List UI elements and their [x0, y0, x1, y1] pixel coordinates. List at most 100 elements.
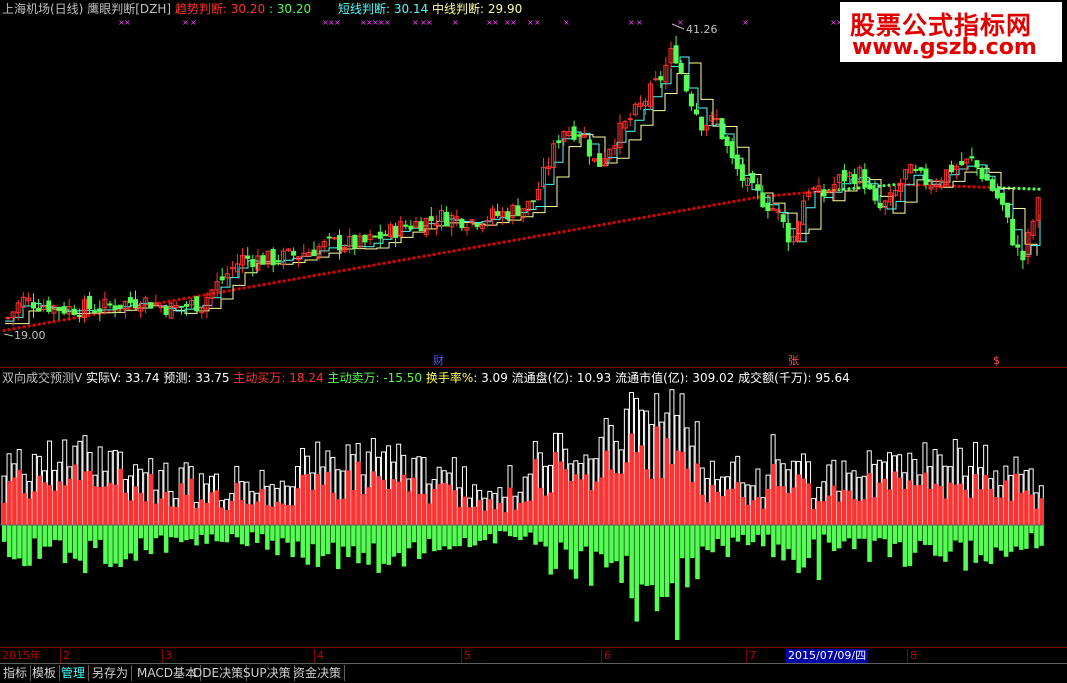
- buy-volume-bar: [67, 478, 73, 525]
- trend-dot: [777, 193, 781, 197]
- buy-volume-bar: [12, 477, 17, 525]
- trend-dot: [857, 186, 861, 190]
- buy-volume-bar: [351, 490, 356, 525]
- buy-volume-bar: [882, 478, 887, 525]
- sell-volume-bar: [695, 525, 700, 580]
- trend-dot: [537, 234, 541, 238]
- buy-volume-bar: [609, 469, 614, 525]
- sell-volume-bar: [806, 525, 812, 559]
- trend-dot: [502, 240, 506, 244]
- trend-dot: [187, 296, 191, 300]
- buy-volume-bar: [2, 502, 7, 525]
- buy-volume-bar: [847, 490, 852, 525]
- trend-dot: [167, 299, 171, 303]
- sell-volume-bar: [907, 525, 913, 567]
- sell-volume-bar: [315, 525, 321, 567]
- sell-volume-bar: [720, 525, 726, 546]
- sell-volume-bar: [639, 525, 645, 585]
- tab-indicator[interactable]: 指标: [0, 665, 32, 681]
- candle-body: [250, 259, 256, 267]
- sell-volume-bar: [310, 525, 316, 545]
- volume-bars: [1, 389, 1044, 640]
- candle-body: [428, 216, 434, 221]
- tab-save-as[interactable]: 另存为: [89, 665, 133, 681]
- trend-dot: [557, 230, 561, 234]
- candle-body: [311, 249, 317, 257]
- candle-body: [750, 172, 756, 184]
- sell-volume-bar: [93, 525, 98, 548]
- buy-volume-bar: [583, 474, 589, 525]
- buy-volume-bar: [786, 492, 791, 525]
- sell-volume-bar: [776, 525, 781, 545]
- trend-dot: [177, 297, 181, 302]
- buy-volume-bar: [528, 500, 533, 525]
- buy-volume-bar: [781, 486, 786, 525]
- candle-body: [658, 76, 664, 81]
- sell-volume-bar: [548, 525, 553, 575]
- trend-dot: [482, 244, 486, 248]
- tab-template[interactable]: 模板: [29, 665, 61, 681]
- sell-volume-bar: [168, 525, 174, 538]
- buy-volume-bar: [1019, 492, 1024, 525]
- buy-volume-bar: [128, 500, 133, 525]
- sell-volume-bar: [229, 525, 235, 535]
- sell-volume-bar: [411, 525, 417, 543]
- sell-volume-bar: [1008, 525, 1014, 552]
- candle-body: [148, 302, 154, 309]
- trend-dot: [267, 282, 271, 286]
- sell-volume-bar: [917, 525, 923, 541]
- trend-dot: [652, 213, 656, 218]
- buy-volume-bar: [421, 493, 427, 525]
- trend-dot: [852, 186, 856, 190]
- candle-body: [92, 310, 98, 313]
- trend-dot: [542, 233, 546, 237]
- buy-volume-bar: [325, 471, 331, 525]
- tab-manage[interactable]: 管理: [58, 665, 90, 681]
- sell-volume-bar: [123, 525, 128, 560]
- sell-volume-bar: [882, 525, 887, 540]
- candle-body: [112, 305, 118, 311]
- buy-volume-bar: [1014, 473, 1019, 525]
- candle-body: [841, 169, 847, 182]
- candle-body: [867, 184, 873, 190]
- buy-volume-bar: [133, 486, 139, 525]
- buy-volume-bar: [462, 496, 467, 525]
- buy-volume-bar: [22, 493, 27, 525]
- sell-volume-bar: [163, 525, 169, 553]
- trend-dot: [562, 229, 566, 234]
- tab-fund[interactable]: 资金决策: [290, 665, 346, 681]
- buy-volume-bar: [194, 508, 199, 525]
- sell-volume-bar: [831, 525, 837, 552]
- sell-volume-bar: [518, 525, 523, 541]
- buy-volume-bar: [209, 492, 214, 525]
- volume-chart-panel[interactable]: [0, 368, 1067, 648]
- trend-dot: [377, 262, 381, 266]
- buy-volume-bar: [533, 459, 538, 525]
- sell-volume-bar: [841, 525, 847, 542]
- sell-volume-bar: [255, 525, 260, 543]
- buy-label: 主动买万: [233, 371, 282, 385]
- buy-volume-bar: [695, 463, 700, 525]
- tab-dde[interactable]: DDE决策: [190, 665, 248, 681]
- buy-volume-bar: [543, 495, 548, 525]
- tab-sup[interactable]: SUP决策: [240, 665, 295, 681]
- price-header-right: 短线判断: 30.14 中线判断: 29.90: [338, 2, 522, 16]
- trend-dot: [27, 324, 31, 328]
- buy-volume-bar: [912, 485, 918, 525]
- trend-dot: [712, 203, 716, 207]
- buy-volume-bar: [224, 510, 230, 525]
- candle-body: [393, 225, 399, 238]
- trend-dot: [317, 273, 321, 277]
- sell-volume-bar: [391, 525, 397, 557]
- buy-volume-bar: [214, 490, 220, 525]
- sell-volume-bar: [943, 525, 948, 562]
- signal-marker: ×: [452, 18, 459, 27]
- trend-dot: [372, 263, 376, 267]
- sell-volume-bar: [153, 525, 159, 539]
- candle-body: [678, 63, 684, 74]
- candle-body: [362, 234, 368, 243]
- trend-dot: [797, 191, 801, 195]
- buy-volume-bar: [710, 485, 715, 525]
- sell-volume-bar: [371, 525, 376, 544]
- sell-volume-bar: [685, 525, 690, 588]
